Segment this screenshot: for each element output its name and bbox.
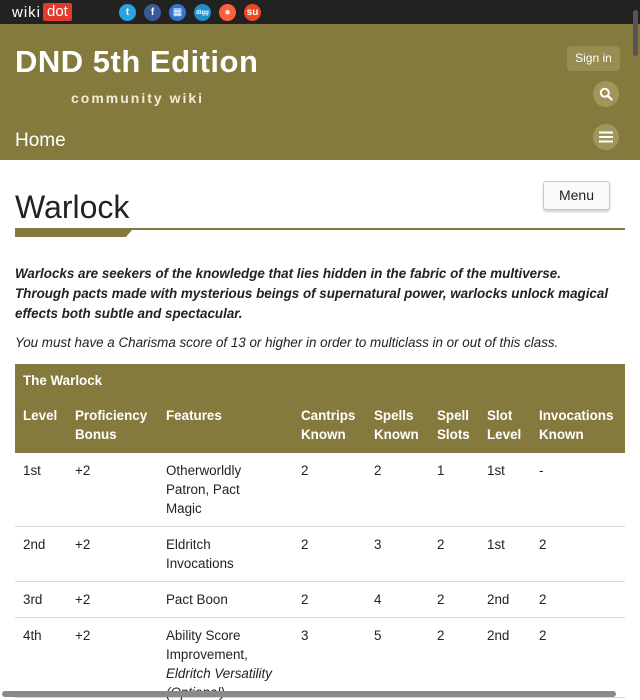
table-cell: 2 (301, 463, 309, 478)
site-subtitle: community wiki (71, 90, 205, 106)
table-cell: 2nd (487, 592, 510, 607)
column-header-line: Slot (487, 408, 513, 423)
feature-line: Patron, Pact (166, 482, 240, 497)
table-cell: 5 (374, 628, 382, 643)
table-cell: +2 (75, 463, 91, 478)
table-row: 4th +2 Ability Score Improvement, Eldritch V… (15, 618, 625, 700)
features-cell: Eldritch Invocations (166, 535, 291, 573)
twitter-icon[interactable]: t (119, 4, 136, 21)
column-header: Level (23, 406, 57, 425)
warlock-table: The Warlock Level Proficiency Bonus Feature… (15, 364, 625, 700)
table-cell: 2 (301, 537, 309, 552)
page-title: Warlock (15, 189, 130, 225)
feature-line: Otherworldly (166, 463, 242, 478)
table-cell: +2 (75, 592, 91, 607)
table-cell: 2 (539, 592, 547, 607)
table-cell: 2 (437, 537, 445, 552)
feature-line: Ability Score (166, 628, 241, 643)
table-caption: The Warlock (15, 364, 625, 398)
column-header-line: Bonus (75, 427, 117, 442)
digg-icon[interactable]: digg (194, 4, 211, 21)
table-cell: 2 (301, 592, 309, 607)
horizontal-scrollbar[interactable] (2, 691, 616, 697)
column-header-line: Spell (437, 408, 469, 423)
column-header: Proficiency Bonus (75, 406, 147, 444)
class-intro: Warlocks are seekers of the knowledge th… (15, 266, 609, 321)
wikidot-logo[interactable]: wiki dot (12, 3, 72, 21)
column-header-line: Spells (374, 408, 414, 423)
wikidot-topbar: wiki dot t f ▦ digg ● su (0, 0, 640, 24)
reddit-icon[interactable]: ● (219, 4, 236, 21)
table-cell: 3rd (23, 592, 43, 607)
feature-line: Improvement, (166, 647, 248, 662)
feature-line: Pact Boon (166, 592, 228, 607)
site-header: DND 5th Edition community wiki Sign in H… (0, 24, 640, 160)
table-header-row: Level Proficiency Bonus Features Cantrips Kno… (15, 398, 625, 453)
search-icon[interactable] (593, 81, 619, 107)
table-cell: 2nd (23, 537, 46, 552)
column-header-line: Proficiency (75, 408, 148, 423)
column-header-line: Known (301, 427, 346, 442)
column-header-line: Cantrips (301, 408, 356, 423)
table-cell: 2 (539, 537, 547, 552)
table-cell: 2nd (487, 628, 510, 643)
share-icons: t f ▦ digg ● su (119, 4, 261, 21)
column-header: Features (166, 406, 291, 425)
stumbleupon-icon[interactable]: su (244, 4, 261, 21)
nav-home-link[interactable]: Home (15, 130, 66, 152)
table-cell: 4th (23, 628, 42, 643)
features-cell: Ability Score Improvement, Eldritch Versat… (166, 626, 291, 700)
table-cell: - (539, 463, 544, 478)
table-cell: 1st (23, 463, 41, 478)
column-header-line: Invocations (539, 408, 614, 423)
delicious-icon[interactable]: ▦ (169, 4, 186, 21)
feature-line: Invocations (166, 556, 234, 571)
table-cell: 1st (487, 537, 505, 552)
logo-dot-text: dot (43, 3, 72, 21)
title-underline-tab (15, 229, 133, 237)
table-cell: 2 (374, 463, 382, 478)
column-header-line: Known (374, 427, 419, 442)
features-cell: Otherworldly Patron, Pact Magic (166, 461, 291, 518)
column-header: Slot Level (487, 406, 521, 444)
site-title[interactable]: DND 5th Edition (15, 44, 258, 80)
table-cell: 4 (374, 592, 382, 607)
column-header: Cantrips Known (301, 406, 355, 444)
table-cell: +2 (75, 628, 91, 643)
column-header: Invocations Known (539, 406, 613, 444)
column-header-line: Slots (437, 427, 470, 442)
vertical-scrollbar[interactable] (633, 10, 638, 56)
table-cell: 3 (374, 537, 382, 552)
features-cell: Pact Boon (166, 590, 291, 609)
table-row: 1st +2 Otherworldly Patron, Pact Magic 2 2 1 1st… (15, 453, 625, 527)
column-header-line: Level (487, 427, 522, 442)
table-cell: 2 (437, 628, 445, 643)
table-cell: +2 (75, 537, 91, 552)
column-header: Spells Known (374, 406, 419, 444)
table-cell: 3 (301, 628, 309, 643)
column-header-line: Known (539, 427, 584, 442)
logo-wiki-text: wiki (12, 3, 41, 21)
feature-line: Magic (166, 501, 202, 516)
table-cell: 1 (437, 463, 445, 478)
table-cell: 2 (539, 628, 547, 643)
table-cell: 2 (437, 592, 445, 607)
optional-feature-line: Eldritch Versatility (166, 666, 272, 681)
feature-line: Eldritch (166, 537, 211, 552)
facebook-icon[interactable]: f (144, 4, 161, 21)
column-header-line: Level (23, 408, 58, 423)
table-cell: 1st (487, 463, 505, 478)
column-header-line: Features (166, 408, 222, 423)
multiclass-note: You must have a Charisma score of 13 or … (15, 335, 559, 350)
menu-button[interactable]: Menu (543, 181, 610, 210)
table-body: 1st +2 Otherworldly Patron, Pact Magic 2 2 1 1st… (15, 453, 625, 700)
sign-in-button[interactable]: Sign in (567, 46, 620, 71)
table-row: 2nd +2 Eldritch Invocations 2 3 2 1st 2 (15, 527, 625, 582)
hamburger-icon[interactable] (593, 124, 619, 150)
column-header: Spell Slots (437, 406, 470, 444)
table-row: 3rd +2 Pact Boon 2 4 2 2nd 2 (15, 582, 625, 618)
